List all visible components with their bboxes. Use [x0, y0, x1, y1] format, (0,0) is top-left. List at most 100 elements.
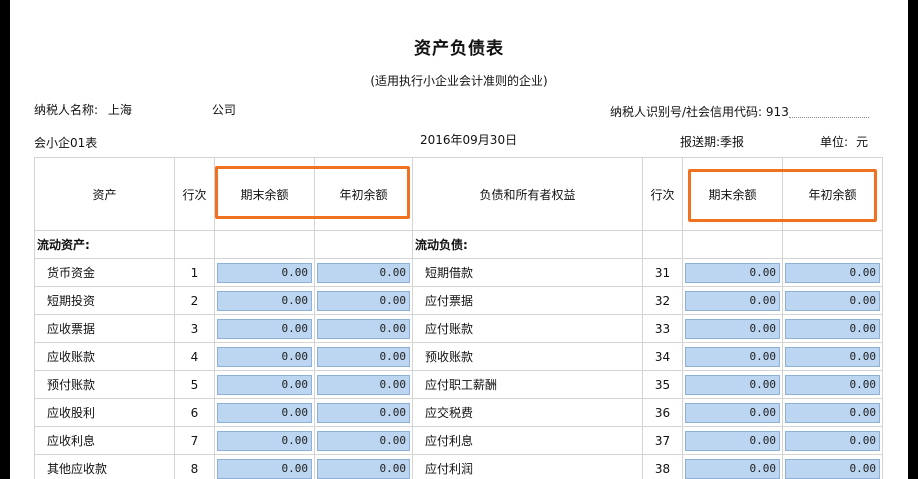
table-row: 应收利息 7 0.00 0.00 应付利息 37 0.00 0.00 [34, 426, 883, 455]
asset-name: 应收票据 [34, 314, 175, 343]
period-value: 季报 [720, 135, 745, 149]
section-current-liabilities: 流动负债: [412, 230, 643, 259]
taxpayer-id-start: 913 [765, 105, 789, 119]
liability-name: 应付账款 [412, 314, 643, 343]
liability-line-no: 33 [642, 314, 683, 343]
asset-begin-balance-input[interactable]: 0.00 [317, 290, 410, 311]
taxpayer-name-end: 公司 [211, 103, 236, 117]
asset-begin-balance-input[interactable]: 0.00 [317, 402, 410, 423]
asset-end-balance-input[interactable]: 0.00 [217, 346, 312, 367]
liability-begin-balance-input[interactable]: 0.00 [785, 458, 880, 479]
liability-end-balance-input[interactable]: 0.00 [685, 290, 780, 311]
taxpayer-name: 纳税人名称: 上海 公司 [34, 101, 236, 118]
asset-line-no: 3 [174, 314, 215, 343]
asset-end-balance-input[interactable]: 0.00 [217, 318, 312, 339]
liability-name: 应交税费 [412, 398, 643, 427]
asset-name: 应收利息 [34, 426, 175, 455]
col-header-liabilities: 负债和所有者权益 [412, 157, 643, 231]
liability-end-balance-input[interactable]: 0.00 [685, 346, 780, 367]
table-row: 应收账款 4 0.00 0.00 预收账款 34 0.00 0.00 [34, 342, 883, 371]
asset-end-balance-input[interactable]: 0.00 [217, 290, 312, 311]
table-row: 其他应收款 8 0.00 0.00 应付利润 38 0.00 0.00 [34, 454, 883, 479]
liability-name: 应付票据 [412, 286, 643, 315]
liability-end-balance-input[interactable]: 0.00 [685, 458, 780, 479]
liability-end-balance-input[interactable]: 0.00 [685, 430, 780, 451]
asset-end-balance-input[interactable]: 0.00 [217, 430, 312, 451]
liability-end-balance-input[interactable]: 0.00 [685, 374, 780, 395]
table-row: 短期投资 2 0.00 0.00 应付票据 32 0.00 0.00 [34, 286, 883, 315]
asset-begin-balance-input[interactable]: 0.00 [317, 346, 410, 367]
unit-label: 单位: [820, 135, 849, 149]
asset-end-balance-input[interactable]: 0.00 [217, 402, 312, 423]
liability-line-no: 31 [642, 258, 683, 287]
balance-sheet-page: 资产负债表 (适用执行小企业会计准则的企业) 纳税人名称: 上海 公司 纳税人识别… [10, 0, 908, 479]
taxpayer-id: 纳税人识别号/社会信用代码: 913 [610, 103, 869, 120]
asset-name: 应收账款 [34, 342, 175, 371]
asset-line-no: 6 [174, 398, 215, 427]
liability-line-no: 35 [642, 370, 683, 399]
report-title: 资产负债表 [414, 39, 504, 59]
asset-begin-balance-input[interactable]: 0.00 [317, 374, 410, 395]
asset-line-no: 1 [174, 258, 215, 287]
liability-begin-balance-input[interactable]: 0.00 [785, 374, 880, 395]
asset-end-balance-input[interactable]: 0.00 [217, 374, 312, 395]
col-header-line-no: 行次 [174, 157, 215, 231]
section-row: 流动资产: 流动负债: [34, 230, 883, 259]
liability-name: 应付利润 [412, 454, 643, 479]
col-header-assets: 资产 [34, 157, 175, 231]
col-header-line-no-2: 行次 [642, 157, 683, 231]
liability-begin-balance-input[interactable]: 0.00 [785, 430, 880, 451]
asset-name: 货币资金 [34, 258, 175, 287]
asset-end-balance-input[interactable]: 0.00 [217, 262, 312, 283]
liability-line-no: 32 [642, 286, 683, 315]
liability-line-no: 37 [642, 426, 683, 455]
liability-name: 应付利息 [412, 426, 643, 455]
taxpayer-id-label: 纳税人识别号/社会信用代码: [610, 105, 763, 119]
liability-end-balance-input[interactable]: 0.00 [685, 262, 780, 283]
report-subtitle: (适用执行小企业会计准则的企业) [370, 74, 548, 88]
period-label: 报送期: [680, 135, 721, 149]
liability-end-balance-input[interactable]: 0.00 [685, 402, 780, 423]
report-date: 2016年09月30日 [420, 133, 518, 147]
liability-end-balance-input[interactable]: 0.00 [685, 318, 780, 339]
asset-begin-balance-input[interactable]: 0.00 [317, 458, 410, 479]
asset-line-no: 2 [174, 286, 215, 315]
liability-name: 预收账款 [412, 342, 643, 371]
asset-name: 其他应收款 [34, 454, 175, 479]
table-row: 预付账款 5 0.00 0.00 应付职工薪酬 35 0.00 0.00 [34, 370, 883, 399]
liability-begin-balance-input[interactable]: 0.00 [785, 262, 880, 283]
unit-value: 元 [856, 135, 869, 149]
liability-begin-balance-input[interactable]: 0.00 [785, 318, 880, 339]
asset-begin-balance-input[interactable]: 0.00 [317, 318, 410, 339]
liability-name: 短期借款 [412, 258, 643, 287]
liability-line-no: 34 [642, 342, 683, 371]
highlight-box-liabilities-balances [688, 169, 877, 222]
asset-line-no: 7 [174, 426, 215, 455]
redacted-id-area [788, 107, 869, 118]
liability-line-no: 38 [642, 454, 683, 479]
liability-begin-balance-input[interactable]: 0.00 [785, 402, 880, 423]
asset-end-balance-input[interactable]: 0.00 [217, 458, 312, 479]
liability-begin-balance-input[interactable]: 0.00 [785, 290, 880, 311]
table-row: 应收股利 6 0.00 0.00 应交税费 36 0.00 0.00 [34, 398, 883, 427]
taxpayer-name-start: 上海 [107, 103, 132, 117]
report-period: 报送期:季报 [680, 133, 744, 150]
asset-line-no: 4 [174, 342, 215, 371]
liability-name: 应付职工薪酬 [412, 370, 643, 399]
asset-name: 预付账款 [34, 370, 175, 399]
liability-line-no: 36 [642, 398, 683, 427]
asset-begin-balance-input[interactable]: 0.00 [317, 430, 410, 451]
taxpayer-name-label: 纳税人名称: [34, 103, 99, 117]
report-unit: 单位: 元 [820, 133, 868, 150]
form-code: 会小企01表 [34, 136, 98, 150]
asset-line-no: 5 [174, 370, 215, 399]
asset-begin-balance-input[interactable]: 0.00 [317, 262, 410, 283]
table-row: 应收票据 3 0.00 0.00 应付账款 33 0.00 0.00 [34, 314, 883, 343]
asset-name: 应收股利 [34, 398, 175, 427]
highlight-box-assets-balances [215, 166, 410, 219]
liability-begin-balance-input[interactable]: 0.00 [785, 346, 880, 367]
asset-name: 短期投资 [34, 286, 175, 315]
section-current-assets: 流动资产: [34, 230, 175, 259]
table-row: 货币资金 1 0.00 0.00 短期借款 31 0.00 0.00 [34, 258, 883, 287]
asset-line-no: 8 [174, 454, 215, 479]
